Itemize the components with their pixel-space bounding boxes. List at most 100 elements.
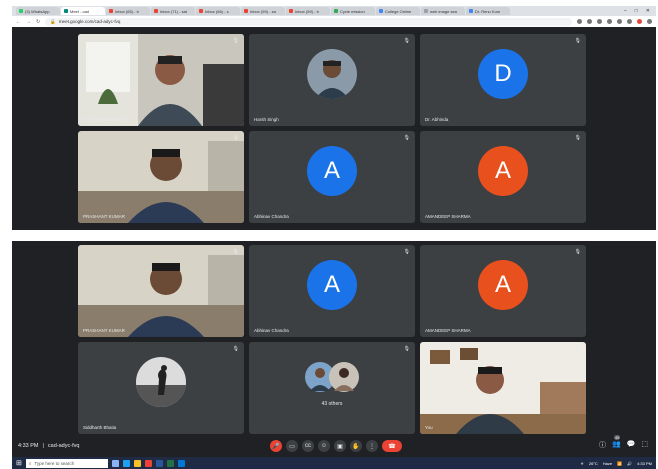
info-icon: ⓘ [598, 442, 606, 449]
browser-tab[interactable]: Inbox (59) - b [286, 7, 330, 15]
search-placeholder: Type here to search [34, 460, 75, 466]
browser-tab[interactable]: Dr. Renu Kum [466, 7, 510, 15]
browser-tab[interactable]: Inbox (65) - b [106, 7, 150, 15]
participant-tile[interactable]: PRASHANT KUMAR 🎙 [78, 131, 244, 223]
camera-button[interactable]: ▭ [286, 440, 298, 452]
avatar: A [307, 146, 357, 197]
tab-label: Meet - cad [70, 8, 89, 14]
participant-tile[interactable]: You 🎙 [420, 342, 586, 434]
browser-tab[interactable]: (3) WhatsApp [16, 7, 60, 15]
end-call-button[interactable]: ☎ [382, 440, 402, 452]
avatar-letter: A [494, 157, 511, 185]
search-icon: ⌕ [28, 460, 32, 466]
close-icon[interactable]: ✕ [646, 8, 650, 14]
tab-favicon-icon [154, 9, 158, 13]
download-icon[interactable] [617, 19, 622, 24]
participant-tile[interactable]: A AMANDEEP SHARMA 🎙 [420, 131, 586, 223]
task-view-icon[interactable] [111, 459, 119, 467]
meeting-code: cad-adyc-fvq [47, 443, 80, 449]
mic-muted-icon: 🎙 [403, 135, 410, 141]
profile-icon[interactable] [637, 19, 642, 24]
weather-icon: ☀ [580, 460, 584, 466]
sidebar-icon[interactable] [627, 19, 632, 24]
info-button[interactable]: ⓘ [599, 440, 606, 450]
mic-muted-icon: 🎙 [232, 346, 239, 352]
url-text: meet.google.com/cad-adyc-fvq [58, 19, 121, 24]
browser-tab[interactable]: Meet - cad [61, 7, 105, 15]
url-field[interactable]: 🔒 meet.google.com/cad-adyc-fvq [45, 17, 572, 26]
people-icon: 👥 [611, 441, 621, 448]
emoji-button[interactable]: ☺ [318, 440, 330, 452]
windows-start-icon[interactable]: ⊞ [16, 459, 22, 467]
mic-off-button[interactable]: 🎤 [270, 440, 282, 452]
more-options-button[interactable]: ⋮ [366, 440, 378, 452]
taskbar-search[interactable]: ⌕ Type here to search [25, 458, 108, 468]
participant-tile[interactable]: Siddharth Bhatia 🎙 [78, 342, 244, 434]
mic-muted-icon: 🎙 [232, 38, 239, 44]
present-icon: ▣ [337, 443, 343, 450]
browser-tab[interactable]: Cycle mission [331, 7, 375, 15]
excel-icon[interactable] [166, 459, 174, 467]
mic-muted-icon: 🎙 [403, 346, 410, 352]
star-icon[interactable] [597, 19, 602, 24]
browser-tab[interactable]: web image sea [421, 7, 465, 15]
participant-tile[interactable]: A Abhinav Chandra 🎙 [249, 131, 415, 223]
menu-icon[interactable] [647, 19, 652, 24]
back-icon[interactable]: ← [16, 19, 21, 25]
browser-tab[interactable]: Inbox (71) - sat [151, 7, 195, 15]
file-explorer-icon[interactable] [133, 459, 141, 467]
browser-tab[interactable]: Inbox (59) - sa [241, 7, 285, 15]
tab-favicon-icon [334, 9, 338, 13]
forward-icon[interactable]: → [26, 19, 31, 25]
participant-count-badge: 49 [613, 435, 621, 440]
network-icon[interactable]: 📶 [617, 461, 622, 466]
weather-text: Haze [602, 460, 613, 466]
participant-tile[interactable]: Harsh Singh 🎙 [249, 34, 415, 126]
mic-muted-icon: 🎙 [403, 38, 410, 44]
avatar-letter: D [494, 60, 512, 88]
browser-tab[interactable]: College Online [376, 7, 420, 15]
activities-button[interactable]: ⬚ [641, 440, 648, 450]
browser-tab-strip: (3) WhatsApp Meet - cad Inbox (65) - b Inbo… [12, 6, 656, 16]
edge-icon[interactable] [122, 459, 130, 467]
people-button[interactable]: 👥 49 [611, 435, 621, 450]
participant-name: Abhinav Chandra [254, 328, 289, 333]
participant-tile[interactable]: 43 others 🎙 [249, 342, 415, 434]
participant-tile[interactable]: PRASHANT KUMAR 🎙 [78, 245, 244, 337]
avatar: A [478, 260, 528, 311]
phone-hangup-icon: ☎ [388, 443, 396, 450]
share-icon[interactable] [587, 19, 592, 24]
participant-grid-top: Dr. Yadav Chaturvedi 🎙 Harsh Singh 🎙 D Dr. Ab… [78, 34, 588, 223]
present-button[interactable]: ▣ [334, 440, 346, 452]
store-icon[interactable] [177, 459, 185, 467]
chat-button[interactable]: 💬 [627, 440, 636, 450]
raise-hand-button[interactable]: ✋ [350, 440, 362, 452]
participant-name: Abhinav Chandra [254, 214, 289, 219]
tab-label: Inbox (59) - b [295, 8, 319, 14]
maximize-icon[interactable]: □ [635, 8, 638, 14]
avatar: A [478, 146, 528, 197]
address-bar: ← → ↻ 🔒 meet.google.com/cad-adyc-fvq [12, 16, 656, 27]
meeting-time: 4:33 PM [18, 443, 39, 449]
participant-tile[interactable]: A AMANDEEP SHARMA 🎙 [420, 245, 586, 337]
volume-icon[interactable]: 🔊 [627, 461, 632, 466]
others-avatars [302, 361, 362, 393]
reload-icon[interactable]: ↻ [36, 19, 40, 25]
participant-tile[interactable]: A Abhinav Chandra 🎙 [249, 245, 415, 337]
meeting-toolbar: 4:33 PM | cad-adyc-fvq 🎤 ▭ cc ☺ ▣ ✋ ⋮ ☎ … [12, 435, 656, 457]
captions-icon: cc [305, 443, 311, 449]
puzzle-icon[interactable] [607, 19, 612, 24]
minimize-icon[interactable]: – [624, 8, 627, 14]
participant-tile[interactable]: D Dr. Abhinda 🎙 [420, 34, 586, 126]
top-screenshot: (3) WhatsApp Meet - cad Inbox (65) - b Inbo… [12, 6, 656, 230]
participant-name: AMANDEEP SHARMA [425, 328, 471, 333]
browser-tab[interactable]: Inbox (66) - s [196, 7, 240, 15]
hand-icon: ✋ [352, 443, 360, 450]
participant-tile[interactable]: Dr. Yadav Chaturvedi 🎙 [78, 34, 244, 126]
chrome-icon[interactable] [144, 459, 152, 467]
camera-icon[interactable] [577, 19, 582, 24]
word-icon[interactable] [155, 459, 163, 467]
camera-icon: ▭ [289, 443, 295, 450]
avatar: A [307, 260, 357, 311]
captions-button[interactable]: cc [302, 440, 314, 452]
